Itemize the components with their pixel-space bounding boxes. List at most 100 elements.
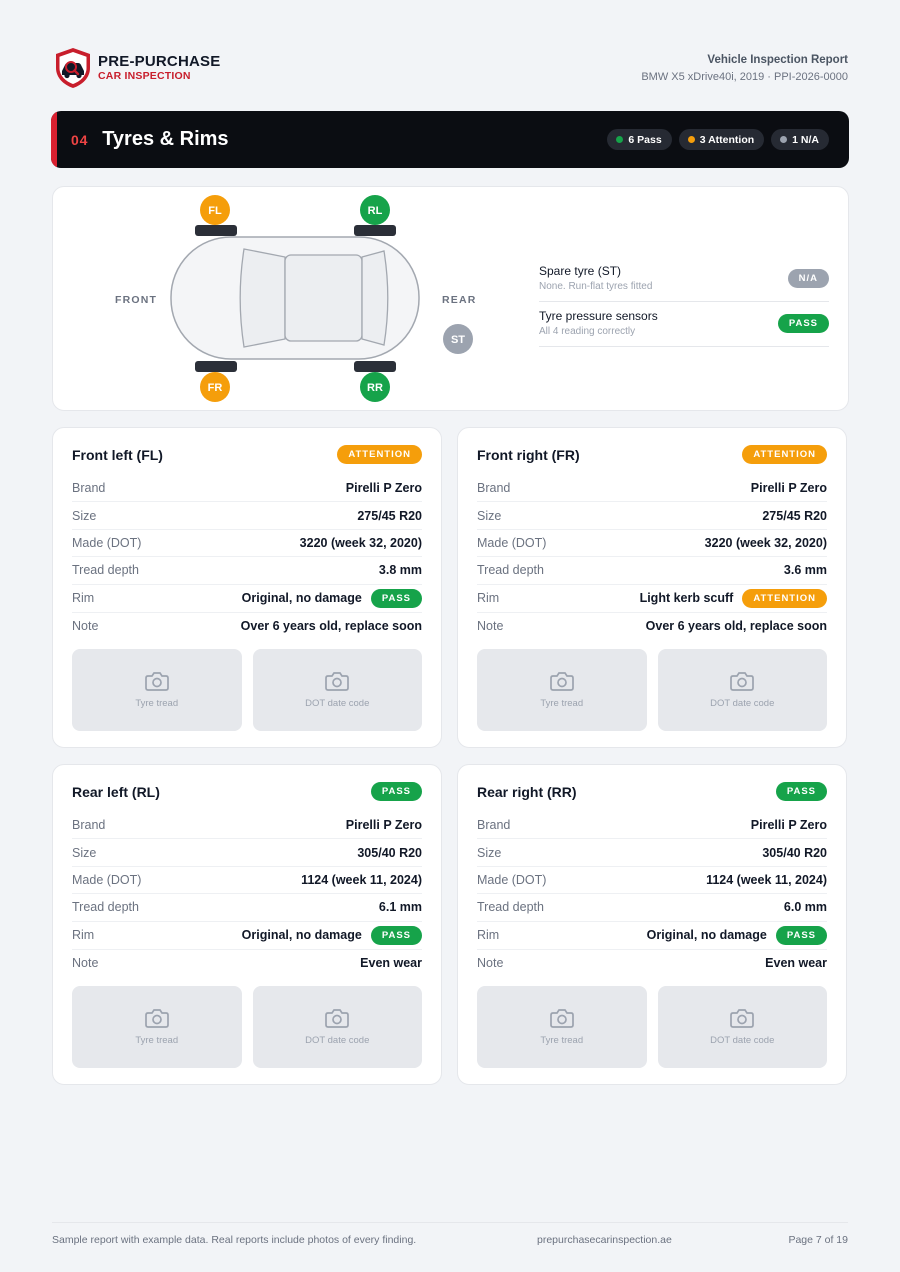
rear-label: REAR <box>442 294 477 306</box>
pressure-sensors-status-badge: PASS <box>777 314 829 333</box>
row-key: Tread depth <box>477 563 544 578</box>
spare-tyre-status-badge: N/A <box>787 269 829 288</box>
camera-icon <box>325 1009 350 1028</box>
tyre-row-rim: Rim Light kerb scuff ATTENTION <box>477 585 827 613</box>
row-value: 1124 (week 11, 2024) <box>301 872 422 887</box>
row-key: Size <box>477 508 502 523</box>
photo-placeholder-tread[interactable]: Tyre tread <box>477 649 647 731</box>
roof-outline <box>284 254 363 342</box>
row-value: 305/40 R20 <box>762 845 827 860</box>
tyre-diagram-card: FRONT REAR FL RL FR RR ST Spare tyre (ST… <box>52 186 849 411</box>
camera-icon <box>144 1009 169 1028</box>
row-key: Made (DOT) <box>72 872 142 887</box>
tyre-row-rim: Rim Original, no damage PASS <box>477 922 827 950</box>
photo-placeholder-tread[interactable]: Tyre tread <box>72 649 242 731</box>
shield-car-logo-icon <box>56 48 90 88</box>
tyre-card-title: Rear right (RR) <box>477 784 577 800</box>
photo-placeholder-dot[interactable]: DOT date code <box>252 649 422 731</box>
attention-count-label: 3 Attention <box>699 133 755 146</box>
na-dot-icon <box>780 136 788 143</box>
row-value: Even wear <box>765 956 827 971</box>
section-number: 04 <box>71 131 89 148</box>
tyre-row-tread: Tread depth 3.6 mm <box>477 557 827 585</box>
photo-placeholder-dot[interactable]: DOT date code <box>657 986 827 1068</box>
tyre-row-rim: Rim Original, no damage PASS <box>72 585 422 613</box>
car-top-view-diagram: FRONT REAR FL RL FR RR ST <box>115 195 477 402</box>
row-value: 3220 (week 32, 2020) <box>299 535 422 550</box>
camera-icon <box>325 672 350 691</box>
photo-placeholder-tread[interactable]: Tyre tread <box>72 986 242 1068</box>
tyre-status-badge: PASS <box>370 782 422 801</box>
photo-caption: Tyre tread <box>540 698 584 709</box>
tyre-row-size: Size 275/45 R20 <box>477 502 827 530</box>
row-value: 3220 (week 32, 2020) <box>704 535 827 550</box>
page-footer: Sample report with example data. Real re… <box>52 1222 848 1246</box>
tyre-row-tread: Tread depth 3.8 mm <box>72 557 422 585</box>
row-key: Rim <box>477 928 500 943</box>
photo-placeholder-dot[interactable]: DOT date code <box>252 986 422 1068</box>
tyre-card-front-left: Front left (FL) ATTENTION Brand Pirelli P… <box>52 427 442 748</box>
tyre-card-front-right: Front right (FR) ATTENTION Brand Pirelli … <box>457 427 847 748</box>
camera-icon <box>730 672 755 691</box>
row-key: Made (DOT) <box>477 535 547 550</box>
wheel-rl-icon <box>354 225 396 236</box>
pressure-sensors-row: Tyre pressure sensors All 4 reading corr… <box>539 302 829 347</box>
camera-icon <box>549 1009 574 1028</box>
tyre-card-title: Rear left (RL) <box>72 784 160 800</box>
attention-count-pill: 3 Attention <box>678 129 765 150</box>
row-key: Brand <box>477 481 511 496</box>
row-value: 275/45 R20 <box>762 508 827 523</box>
row-value: Pirelli P Zero <box>750 481 827 496</box>
photo-caption: DOT date code <box>305 698 370 709</box>
tyre-row-brand: Brand Pirelli P Zero <box>477 812 827 840</box>
row-value: Pirelli P Zero <box>345 818 422 833</box>
photo-caption: DOT date code <box>305 1035 370 1046</box>
row-key: Rim <box>72 928 95 943</box>
rim-value: Original, no damage <box>241 591 362 606</box>
tyre-card-title: Front right (FR) <box>477 447 580 463</box>
row-value: Over 6 years old, replace soon <box>645 619 827 634</box>
photo-placeholder-dot[interactable]: DOT date code <box>657 649 827 731</box>
spare-tyre-row: Spare tyre (ST) None. Run-flat tyres fit… <box>539 257 829 302</box>
tyre-status-badge: PASS <box>775 782 827 801</box>
windscreen-outline <box>239 248 286 348</box>
rim-value: Original, no damage <box>646 928 767 943</box>
photo-caption: Tyre tread <box>135 1035 179 1046</box>
tyre-status-badge: ATTENTION <box>742 445 827 464</box>
row-value: 6.0 mm <box>783 900 827 915</box>
wheel-fl-icon <box>195 225 237 236</box>
row-key: Tread depth <box>72 563 139 578</box>
row-value: 1124 (week 11, 2024) <box>706 872 827 887</box>
tyre-row-size: Size 275/45 R20 <box>72 502 422 530</box>
report-title: Vehicle Inspection Report <box>707 54 848 66</box>
rim-value: Light kerb scuff <box>639 591 734 606</box>
tyre-row-note: Note Over 6 years old, replace soon <box>477 613 827 640</box>
footer-page-number: Page 7 of 19 <box>788 1234 848 1246</box>
row-value: Pirelli P Zero <box>345 481 422 496</box>
tyre-row-tread: Tread depth 6.1 mm <box>72 894 422 922</box>
rim-status-badge: ATTENTION <box>742 588 827 608</box>
tyre-card-title: Front left (FL) <box>72 447 163 463</box>
row-key: Note <box>477 956 504 971</box>
marker-fr-label: FR <box>208 382 223 394</box>
tyre-status-badge: ATTENTION <box>337 445 422 464</box>
status-counts: 6 Pass 3 Attention 1 N/A <box>607 129 829 150</box>
marker-rl-label: RL <box>368 205 383 217</box>
row-value: Even wear <box>360 956 422 971</box>
tyre-row-brand: Brand Pirelli P Zero <box>72 475 422 503</box>
row-value: Over 6 years old, replace soon <box>240 619 422 634</box>
attention-dot-icon <box>687 136 695 143</box>
tyre-row-size: Size 305/40 R20 <box>72 839 422 867</box>
tyre-row-brand: Brand Pirelli P Zero <box>72 812 422 840</box>
row-value: 3.8 mm <box>378 563 422 578</box>
tyre-row-dot: Made (DOT) 1124 (week 11, 2024) <box>477 867 827 895</box>
tyre-row-dot: Made (DOT) 3220 (week 32, 2020) <box>72 530 422 558</box>
photo-placeholder-tread[interactable]: Tyre tread <box>477 986 647 1068</box>
footer-website-link[interactable]: prepurchasecarinspection.ae <box>537 1234 672 1246</box>
report-subtitle: BMW X5 xDrive40i, 2019 · PPI-2026-0000 <box>641 71 848 83</box>
row-value: 6.1 mm <box>378 900 422 915</box>
report-header: PRE-PURCHASE CAR INSPECTION Vehicle Insp… <box>52 46 848 92</box>
row-key: Made (DOT) <box>477 872 547 887</box>
tyre-row-dot: Made (DOT) 3220 (week 32, 2020) <box>477 530 827 558</box>
pass-count-label: 6 Pass <box>628 133 662 146</box>
